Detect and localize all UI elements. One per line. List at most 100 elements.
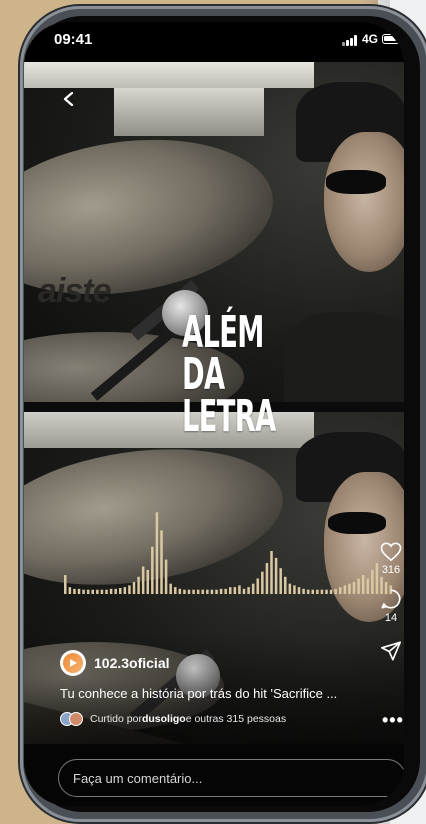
waveform-bar xyxy=(151,546,154,594)
waveform-bar xyxy=(348,583,351,594)
waveform-bar xyxy=(160,530,163,594)
waveform-bar xyxy=(242,588,246,594)
account-row[interactable]: 102.3oficial xyxy=(60,648,170,678)
waveform-bar xyxy=(357,578,360,594)
waveform-bar xyxy=(366,578,370,594)
waveform-bar xyxy=(293,585,296,594)
waveform-bar xyxy=(297,587,301,594)
waveform-bar xyxy=(343,585,347,594)
waveform-bar xyxy=(155,512,159,594)
waveform-bar xyxy=(320,589,324,594)
play-logo-icon xyxy=(70,659,77,667)
waveform-bar xyxy=(302,588,305,594)
waveform-bar xyxy=(219,588,223,594)
post-actions: 316 14 xyxy=(376,542,404,662)
waveform-bar xyxy=(361,575,365,594)
liked-prefix: Curtido por xyxy=(90,713,142,725)
waveform-bar xyxy=(109,588,113,594)
waveform-bar xyxy=(164,559,168,594)
waveform-bar xyxy=(146,569,150,594)
waveform-bar xyxy=(247,587,250,594)
comments-count: 14 xyxy=(384,612,398,624)
waveform-bar xyxy=(311,589,315,594)
waveform-bar xyxy=(352,581,356,594)
waveform-bar xyxy=(371,569,374,594)
waveform-bar xyxy=(100,589,104,594)
waveform-bar xyxy=(68,587,72,594)
waveform-bar xyxy=(229,587,232,594)
comment-field[interactable] xyxy=(58,759,404,797)
status-time: 09:41 xyxy=(54,31,93,48)
waveform-bar xyxy=(306,589,310,594)
waveform-bar xyxy=(178,588,182,594)
phone-screen: aiste 09:41 4G ALÉM DA LETRA 316 14 102.… xyxy=(24,22,404,806)
liked-suffix: e outras 315 pessoas xyxy=(185,713,287,725)
waveform-bar xyxy=(270,551,273,594)
waveform-bar xyxy=(201,589,205,594)
cymbal-brand: aiste xyxy=(38,272,111,310)
waveform-bar xyxy=(82,589,85,594)
heart-icon[interactable] xyxy=(380,542,402,562)
title-line-3: LETRA xyxy=(182,391,276,442)
waveform-bar xyxy=(256,578,260,594)
waveform-bar xyxy=(128,585,131,594)
waveform-bar xyxy=(187,589,191,594)
back-chevron-icon[interactable] xyxy=(62,92,76,106)
waveform-bar xyxy=(251,583,255,594)
waveform-bar xyxy=(91,589,95,594)
title-line-1: ALÉM xyxy=(182,307,264,358)
waveform-bar xyxy=(325,589,328,594)
waveform-bar xyxy=(316,589,319,594)
waveform-bar xyxy=(123,587,127,594)
waveform-bar xyxy=(96,589,99,594)
waveform-bar xyxy=(206,589,209,594)
waveform-bar xyxy=(279,568,282,594)
waveform-bar xyxy=(174,587,177,594)
waveform-bar xyxy=(73,588,76,594)
audio-waveform xyxy=(64,512,392,594)
network-label: 4G xyxy=(362,32,379,46)
liked-avatars xyxy=(60,712,86,726)
waveform-bar xyxy=(288,583,292,594)
waveform-bar xyxy=(233,587,237,594)
comment-input[interactable] xyxy=(59,760,404,796)
waveform-bar xyxy=(132,581,136,594)
waveform-bar xyxy=(169,583,172,594)
waveform-bar xyxy=(284,576,287,594)
waveform-bar xyxy=(77,588,81,594)
waveform-bar xyxy=(114,588,117,594)
comment-icon[interactable] xyxy=(380,588,402,610)
waveform-bar xyxy=(196,589,200,594)
liked-by[interactable]: Curtido por dusoligo e outras 315 pessoa… xyxy=(60,712,286,726)
waveform-bar xyxy=(105,589,108,594)
liked-user[interactable]: dusoligo xyxy=(142,713,186,725)
post-caption[interactable]: Tu conhece a história por trás do hit 'S… xyxy=(60,686,350,701)
performer-face xyxy=(324,132,404,272)
battery-icon xyxy=(382,34,400,44)
account-username[interactable]: 102.3oficial xyxy=(94,655,170,671)
waveform-bar xyxy=(339,587,342,594)
account-avatar[interactable] xyxy=(60,650,86,676)
waveform-bar xyxy=(238,585,241,594)
waveform-bar xyxy=(141,566,145,594)
title-line-2: DA xyxy=(182,349,225,400)
status-bar: 09:41 4G xyxy=(24,22,404,62)
video-overlay-title: ALÉM DA LETRA xyxy=(182,307,276,442)
waveform-bar xyxy=(64,575,67,594)
waveform-bar xyxy=(261,571,264,594)
waveform-bar xyxy=(329,589,333,594)
waveform-bar xyxy=(274,557,278,594)
waveform-bar xyxy=(192,589,195,594)
waveform-bar xyxy=(224,588,227,594)
likes-count: 316 xyxy=(381,564,401,576)
waveform-bar xyxy=(137,576,140,594)
send-icon[interactable] xyxy=(380,640,402,662)
signal-icon xyxy=(342,35,360,46)
waveform-bar xyxy=(86,589,90,594)
waveform-bar xyxy=(215,589,218,594)
waveform-bar xyxy=(210,589,214,594)
notch xyxy=(134,22,310,54)
more-icon[interactable]: ••• xyxy=(382,710,404,731)
waveform-bar xyxy=(334,588,337,594)
waveform-bar xyxy=(119,587,122,594)
